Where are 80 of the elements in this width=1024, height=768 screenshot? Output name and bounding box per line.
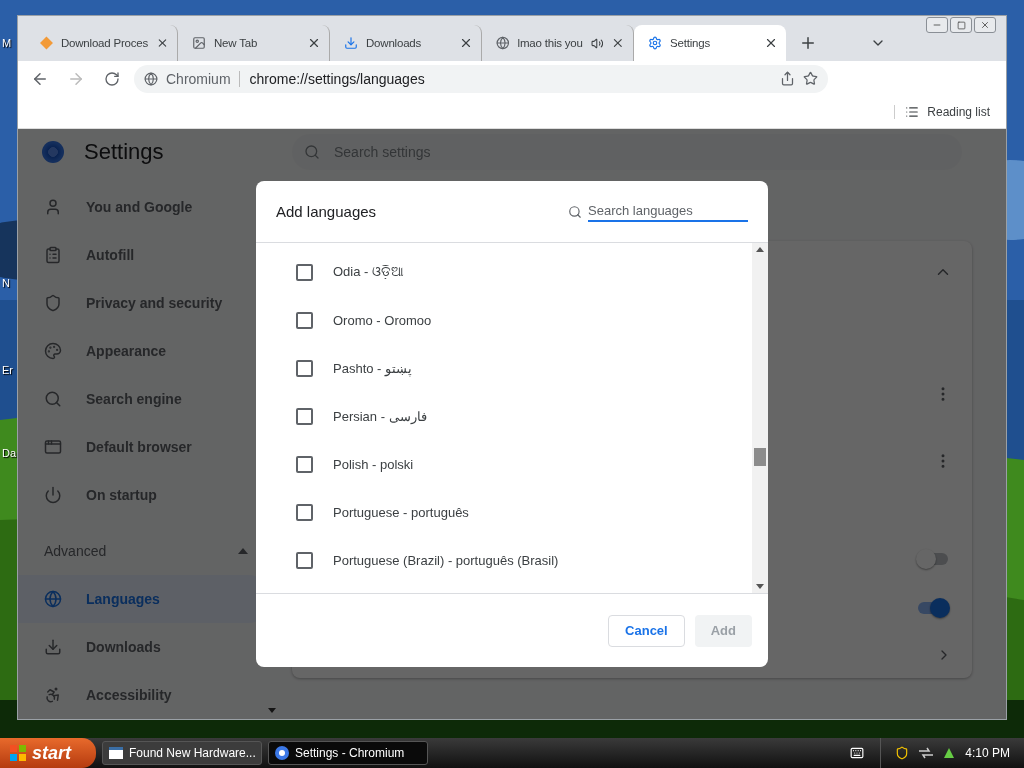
taskbar-button[interactable]: Settings - Chromium bbox=[268, 741, 428, 765]
url-text: chrome://settings/languages bbox=[238, 70, 425, 87]
close-icon bbox=[980, 20, 990, 30]
reading-list-link[interactable]: Reading list bbox=[927, 105, 990, 119]
site-icon bbox=[144, 71, 158, 86]
search-icon bbox=[44, 390, 62, 408]
speaker-icon[interactable] bbox=[590, 36, 604, 50]
close-icon[interactable] bbox=[611, 36, 625, 50]
restore-icon bbox=[956, 20, 966, 30]
close-icon[interactable] bbox=[156, 36, 169, 50]
close-icon[interactable] bbox=[307, 36, 321, 50]
keyboard-icon[interactable] bbox=[850, 746, 865, 760]
close-icon[interactable] bbox=[764, 36, 778, 50]
checkbox[interactable] bbox=[296, 263, 313, 281]
settings-icon bbox=[648, 36, 662, 50]
start-button[interactable]: start bbox=[0, 738, 96, 768]
share-icon[interactable] bbox=[780, 71, 795, 86]
settings-title: Settings bbox=[84, 139, 164, 165]
tab-title: lmao this you bbox=[517, 37, 583, 49]
language-label: Odia - ଓଡ଼ିଆ bbox=[333, 264, 404, 280]
tab-title: New Tab bbox=[214, 37, 259, 49]
nav-item[interactable]: Accessibility bbox=[18, 671, 272, 719]
taskbar-button[interactable]: Found New Hardware... bbox=[102, 741, 262, 765]
person-icon bbox=[44, 198, 62, 216]
clock: 4:10 PM bbox=[965, 746, 1010, 760]
address-bar[interactable]: Chromium chrome://settings/languages bbox=[134, 64, 828, 93]
site-name: Chromium bbox=[166, 70, 231, 87]
search-icon bbox=[568, 204, 582, 219]
tab-title: Settings bbox=[670, 37, 711, 49]
scrollbar[interactable] bbox=[752, 243, 768, 593]
language-label: Oromo - Oromoo bbox=[333, 312, 432, 328]
browser-icon bbox=[275, 746, 289, 760]
close-button[interactable] bbox=[974, 17, 996, 33]
network-icon[interactable] bbox=[919, 747, 934, 759]
desktop-icon-label[interactable]: M bbox=[2, 37, 12, 49]
close-icon[interactable] bbox=[459, 36, 473, 50]
logo-icon bbox=[42, 141, 64, 163]
shield-icon bbox=[44, 294, 62, 312]
language-label: Persian - فارسی bbox=[333, 408, 427, 424]
power-icon bbox=[44, 486, 62, 504]
checkbox[interactable] bbox=[296, 503, 313, 521]
tab-title: Download Proces bbox=[60, 37, 149, 49]
shield-icon[interactable] bbox=[895, 746, 910, 760]
language-label: Portuguese (Brazil) - português (Brasil) bbox=[333, 552, 559, 568]
checkbox[interactable] bbox=[296, 455, 313, 473]
language-label: Portuguese - português bbox=[333, 504, 469, 520]
desktop-icon-label[interactable]: Da bbox=[2, 447, 17, 459]
dialog-title: Add languages bbox=[276, 203, 377, 220]
browser-tab[interactable]: Settings bbox=[634, 25, 786, 61]
image-icon bbox=[192, 36, 206, 50]
diamond-icon bbox=[40, 36, 53, 50]
globe-icon bbox=[496, 36, 510, 50]
language-label: Polish - polski bbox=[333, 456, 414, 472]
section-label[interactable]: Advanced bbox=[44, 543, 107, 559]
desktop-icon-label[interactable]: N bbox=[2, 277, 10, 289]
checkbox[interactable] bbox=[296, 359, 313, 377]
caret-icon[interactable] bbox=[238, 548, 248, 554]
cancel-button[interactable]: Cancel bbox=[608, 614, 685, 647]
download-icon bbox=[44, 638, 62, 656]
search-icon bbox=[304, 144, 320, 160]
accessibility-icon bbox=[44, 686, 62, 704]
reload-icon[interactable] bbox=[104, 70, 120, 87]
download-icon bbox=[344, 36, 358, 50]
window-icon bbox=[44, 438, 62, 456]
clipboard-icon bbox=[44, 246, 62, 264]
palette-icon bbox=[44, 342, 62, 360]
restore-button[interactable] bbox=[950, 17, 972, 33]
window-icon bbox=[109, 747, 123, 759]
language-label: Pashto - پښتو bbox=[333, 360, 413, 376]
list-icon[interactable] bbox=[905, 105, 920, 119]
bookmark-star-icon[interactable] bbox=[803, 71, 818, 86]
checkbox[interactable] bbox=[296, 551, 313, 569]
tab-title: Downloads bbox=[366, 37, 423, 49]
globe-icon bbox=[44, 590, 62, 608]
network-icon[interactable] bbox=[943, 747, 956, 759]
desktop-icon-label[interactable]: Er bbox=[2, 364, 13, 376]
minimize-button[interactable] bbox=[926, 17, 948, 33]
checkbox[interactable] bbox=[296, 407, 313, 425]
checkbox[interactable] bbox=[296, 311, 313, 329]
windows-flag-icon bbox=[10, 745, 26, 761]
